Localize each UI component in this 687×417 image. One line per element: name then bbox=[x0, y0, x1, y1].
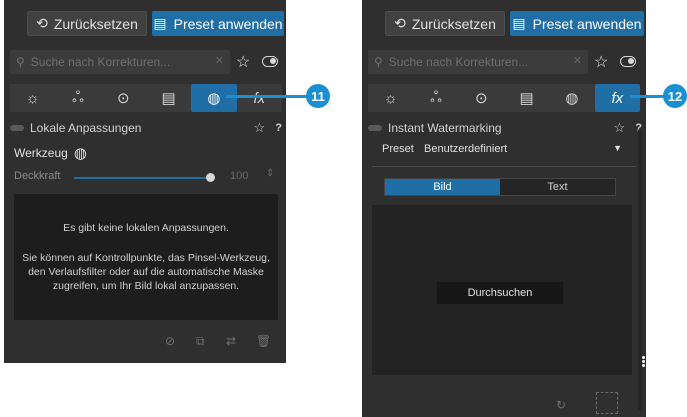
tab-local-adjustments[interactable]: ◍ bbox=[549, 84, 594, 112]
sun-icon: ☼ bbox=[25, 89, 40, 107]
help-icon[interactable]: ? bbox=[275, 122, 282, 134]
undo-icon: ⟲ bbox=[36, 15, 48, 31]
tool-label: Werkzeug bbox=[14, 146, 68, 160]
top-toolbar: ⟲ Zurücksetzen ▤ Preset anwenden bbox=[4, 0, 286, 40]
geometry-icon: ▤ bbox=[519, 90, 534, 107]
favorites-star-icon[interactable]: ☆ bbox=[594, 52, 608, 72]
opacity-label: Deckkraft bbox=[14, 170, 61, 182]
search-input[interactable]: ⚲ Suche nach Korrekturen... ✕ bbox=[10, 50, 230, 74]
search-icon: ⚲ bbox=[374, 55, 383, 69]
favorites-star-icon[interactable]: ☆ bbox=[236, 52, 250, 72]
undo-icon: ⟲ bbox=[394, 15, 406, 31]
empty-message-title: Es gibt keine lokalen Anpassungen. bbox=[63, 222, 229, 234]
visibility-toggle[interactable] bbox=[620, 56, 636, 67]
color-icon: ஃ bbox=[72, 88, 84, 106]
preset-field-label: Preset bbox=[382, 143, 414, 155]
tab-light[interactable]: ☼ bbox=[10, 84, 55, 112]
right-panel: ⟲ Zurücksetzen ▤ Preset anwenden ⚲ Suche… bbox=[362, 0, 646, 417]
document-icon: ▤ bbox=[512, 15, 526, 31]
color-icon: ஃ bbox=[430, 88, 442, 106]
section-header[interactable]: Lokale Anpassungen ☆ ? bbox=[10, 117, 282, 139]
visibility-toggle[interactable] bbox=[262, 56, 278, 67]
apply-preset-label: Preset anwenden bbox=[532, 15, 642, 32]
tab-color[interactable]: ஃ bbox=[413, 84, 458, 112]
tab-geometry[interactable]: ▤ bbox=[504, 84, 549, 112]
section-header-right[interactable]: Instant Watermarking ☆ ? bbox=[368, 117, 642, 139]
top-toolbar-right: ⟲ Zurücksetzen ▤ Preset anwenden bbox=[362, 0, 646, 40]
callout-number-11: 11 bbox=[311, 88, 325, 104]
empty-message-body: Sie können auf Kontrollpunkte, das Pinse… bbox=[22, 252, 270, 292]
sun-icon: ☼ bbox=[383, 89, 398, 107]
section-title: Lokale Anpassungen bbox=[30, 121, 142, 135]
fx-icon: fx bbox=[253, 89, 266, 107]
local-adjust-message-box: Es gibt keine lokalen Anpassungen. Sie k… bbox=[14, 194, 278, 320]
section-toggle[interactable] bbox=[10, 125, 24, 131]
star-icon[interactable]: ☆ bbox=[614, 120, 626, 136]
clear-search-icon[interactable]: ✕ bbox=[215, 54, 224, 67]
reset-button-right[interactable]: ⟲ Zurücksetzen bbox=[385, 11, 505, 36]
segment-image[interactable]: Bild bbox=[385, 179, 500, 195]
section-toggle[interactable] bbox=[368, 125, 382, 131]
scrollbar-track[interactable] bbox=[638, 130, 642, 410]
divider bbox=[372, 166, 636, 167]
tool-row: Werkzeug ◍ bbox=[14, 144, 87, 162]
browse-button[interactable]: Durchsuchen bbox=[437, 282, 563, 304]
more-options-icon[interactable] bbox=[642, 356, 645, 359]
search-input-right[interactable]: ⚲ Suche nach Korrekturen... ✕ bbox=[368, 50, 588, 74]
apply-preset-button[interactable]: ▤ Preset anwenden bbox=[152, 11, 284, 36]
preset-select[interactable]: Benutzerdefiniert ▼ bbox=[420, 140, 622, 158]
tab-fx[interactable]: fx bbox=[594, 84, 640, 112]
opacity-slider-handle[interactable] bbox=[206, 173, 215, 182]
stepper-icon[interactable]: ⇕ bbox=[266, 168, 274, 179]
section-title: Instant Watermarking bbox=[388, 121, 502, 135]
document-icon: ▤ bbox=[153, 15, 167, 31]
tool-tabs: ☼ ஃ ⊙ ▤ ◍ fx bbox=[10, 84, 282, 112]
callout-marker-11: 11 bbox=[306, 84, 330, 108]
callout-number-12: 12 bbox=[667, 88, 683, 104]
chevron-down-icon: ▼ bbox=[613, 143, 622, 153]
reset-label: Zurücksetzen bbox=[411, 15, 496, 32]
tab-geometry[interactable]: ▤ bbox=[146, 84, 191, 112]
preset-select-value: Benutzerdefiniert bbox=[424, 143, 508, 155]
segment-text[interactable]: Text bbox=[500, 179, 615, 195]
copy-icon[interactable]: ⧉ bbox=[196, 334, 205, 349]
tab-color[interactable]: ஃ bbox=[55, 84, 100, 112]
local-adjust-tool-icon[interactable]: ◍ bbox=[74, 144, 87, 162]
detail-icon: ⊙ bbox=[117, 90, 130, 107]
apply-preset-label: Preset anwenden bbox=[173, 15, 283, 32]
callout-marker-12: 12 bbox=[663, 84, 687, 108]
tab-fx[interactable]: fx bbox=[237, 84, 282, 112]
reset-button[interactable]: ⟲ Zurücksetzen bbox=[27, 11, 147, 36]
watermark-preview-box: Durchsuchen bbox=[372, 205, 632, 375]
swap-icon[interactable]: ⇄ bbox=[226, 334, 236, 348]
position-grid-icon[interactable] bbox=[596, 392, 618, 414]
tab-detail[interactable]: ⊙ bbox=[101, 84, 146, 112]
search-placeholder: Suche nach Korrekturen... bbox=[30, 55, 171, 69]
search-placeholder: Suche nach Korrekturen... bbox=[388, 55, 529, 69]
tab-local-adjustments[interactable]: ◍ bbox=[191, 84, 237, 112]
eye-hidden-icon[interactable]: ⊘ bbox=[165, 334, 175, 348]
apply-preset-button-right[interactable]: ▤ Preset anwenden bbox=[510, 11, 644, 36]
fx-icon: fx bbox=[611, 89, 624, 107]
local-adjust-icon: ◍ bbox=[207, 90, 221, 107]
opacity-slider-track[interactable] bbox=[74, 177, 214, 179]
detail-icon: ⊙ bbox=[475, 90, 488, 107]
trash-icon[interactable]: 🗑 bbox=[256, 334, 271, 348]
tool-tabs-right: ☼ ஃ ⊙ ▤ ◍ fx bbox=[368, 84, 640, 112]
search-icon: ⚲ bbox=[16, 55, 25, 69]
geometry-icon: ▤ bbox=[161, 90, 176, 107]
clear-search-icon[interactable]: ✕ bbox=[573, 54, 582, 67]
left-panel: ⟲ Zurücksetzen ▤ Preset anwenden ⚲ Suche… bbox=[4, 0, 286, 363]
mode-segmented-control: Bild Text bbox=[384, 178, 616, 196]
reset-label: Zurücksetzen bbox=[53, 15, 138, 32]
rotate-icon[interactable]: ↻ bbox=[556, 398, 566, 412]
star-icon[interactable]: ☆ bbox=[254, 120, 266, 136]
opacity-value[interactable]: 100 bbox=[230, 170, 248, 182]
tab-light[interactable]: ☼ bbox=[368, 84, 413, 112]
callout-line-11 bbox=[226, 95, 308, 98]
tab-detail[interactable]: ⊙ bbox=[459, 84, 504, 112]
local-adjust-icon: ◍ bbox=[565, 90, 579, 107]
